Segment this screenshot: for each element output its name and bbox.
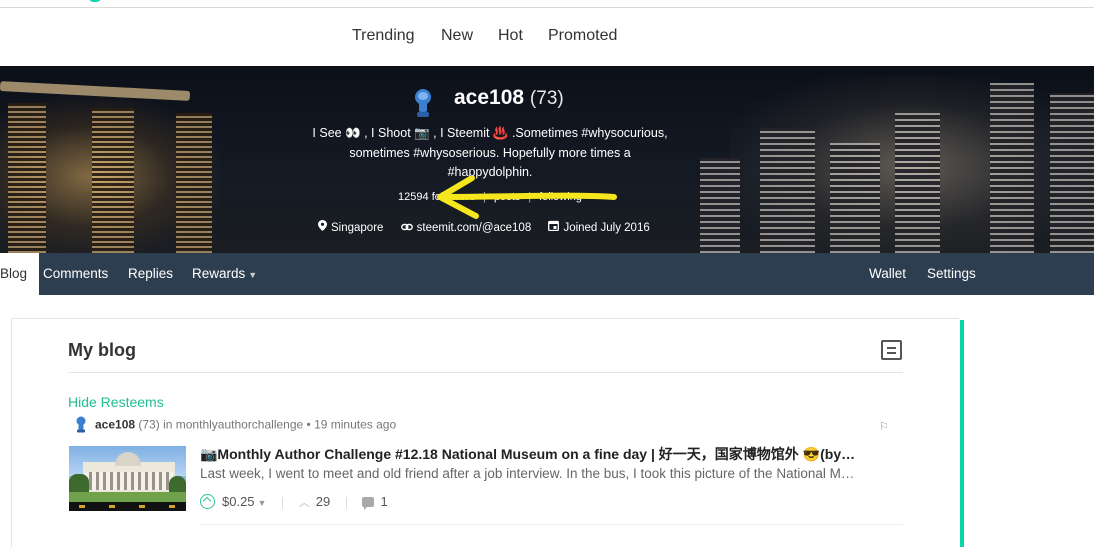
- tab-blog[interactable]: Blog: [0, 253, 40, 295]
- tab-replies[interactable]: Replies: [128, 253, 173, 295]
- profile-name: ace108 (73): [454, 86, 564, 110]
- card-accent-border: [960, 320, 964, 547]
- banner-tower: [760, 128, 815, 253]
- chevron-down-icon: ▼: [248, 270, 258, 280]
- author-avatar[interactable]: [75, 416, 87, 433]
- post-votes[interactable]: 29: [316, 494, 330, 509]
- footer-separator: [345, 496, 347, 509]
- footer-separator: [282, 496, 284, 509]
- nav-hot[interactable]: Hot: [498, 27, 523, 45]
- chevron-down-icon: ▼: [257, 498, 267, 508]
- thumb-lawn: [69, 492, 186, 502]
- thumb-columns: [85, 472, 173, 490]
- divider: [68, 372, 903, 373]
- nav-new[interactable]: New: [441, 27, 473, 45]
- profile-joined: Joined July 2016: [548, 220, 650, 234]
- banner-tower: [700, 158, 740, 253]
- banner-tower: [8, 103, 46, 253]
- profile-location: Singapore: [318, 220, 384, 234]
- browser-top-edge: [0, 0, 1094, 8]
- banner-tower: [1050, 93, 1094, 253]
- tab-settings[interactable]: Settings: [927, 253, 976, 295]
- upvote-icon[interactable]: [200, 494, 215, 509]
- post-payout[interactable]: $0.25 ▼: [222, 494, 266, 509]
- top-accent-mark: [88, 0, 102, 2]
- banner-tower: [92, 108, 134, 253]
- link-icon: [400, 223, 413, 231]
- profile-tabs: Blog Comments Replies Rewards ▼ Wallet Se…: [0, 253, 1094, 295]
- post-community[interactable]: monthlyauthorchallenge: [176, 418, 303, 432]
- banner-tower: [176, 113, 212, 253]
- tab-wallet[interactable]: Wallet: [869, 253, 906, 295]
- blog-heading: My blog: [68, 340, 136, 360]
- nav-trending[interactable]: Trending: [352, 27, 415, 45]
- top-navigation: Trending New Hot Promoted: [0, 8, 1094, 66]
- location-pin-icon: [318, 220, 327, 231]
- votes-caret-icon: ︿: [298, 497, 310, 509]
- tab-rewards-label: Rewards: [192, 266, 246, 281]
- profile-username: ace108: [454, 86, 525, 109]
- joined-date: Joined July 2016: [563, 222, 650, 234]
- profile-info: ace108 (73) I See 👀 , I Shoot 📷 , I Stee…: [300, 66, 680, 253]
- post-footer: $0.25 ▼ ︿ 29 1: [200, 491, 388, 511]
- website-link[interactable]: steemit.com/@ace108: [417, 222, 532, 234]
- post-author[interactable]: ace108: [95, 418, 135, 432]
- nav-promoted[interactable]: Promoted: [548, 27, 617, 45]
- profile-reputation: (73): [529, 88, 564, 109]
- hide-resteems-link[interactable]: Hide Resteems: [68, 394, 164, 410]
- post-author-rep: (73): [138, 417, 160, 432]
- profile-website[interactable]: steemit.com/@ace108: [400, 222, 532, 234]
- profile-about-line: I See 👀 , I Shoot 📷 , I Steemit ♨️ .Some…: [312, 126, 668, 140]
- profile-about-line: sometimes #whysoserious. Hopefully more …: [349, 145, 631, 160]
- profile-meta: Singapore steemit.com/@ace108 Joined Jul…: [318, 220, 664, 234]
- post-excerpt[interactable]: Last week, I went to meet and old friend…: [200, 466, 900, 481]
- flag-icon[interactable]: ⚐: [879, 420, 889, 433]
- post-time[interactable]: • 19 minutes ago: [307, 418, 397, 432]
- tab-comments[interactable]: Comments: [43, 253, 108, 295]
- payout-value: $0.25: [222, 494, 255, 509]
- banner-tower: [990, 83, 1034, 253]
- tab-rewards[interactable]: Rewards ▼: [192, 253, 257, 295]
- annotation-arrow-icon: [437, 176, 617, 219]
- list-layout-icon[interactable]: [881, 340, 902, 360]
- post-thumbnail[interactable]: [69, 446, 186, 511]
- divider: [200, 524, 903, 525]
- banner-tower: [895, 113, 940, 253]
- comment-icon[interactable]: [362, 497, 375, 510]
- location-text: Singapore: [331, 222, 384, 234]
- post-in-label: in: [163, 417, 173, 432]
- banner-tower: [830, 143, 880, 253]
- post-comments[interactable]: 1: [380, 494, 387, 509]
- profile-page: Trending New Hot Promoted ace108 (73) I …: [0, 0, 1094, 547]
- thumb-banner-strip: [69, 502, 186, 511]
- profile-about: I See 👀 , I Shoot 📷 , I Steemit ♨️ .Some…: [300, 124, 680, 183]
- post-header: ace108 (73) in monthlyauthorchallenge • …: [75, 416, 397, 437]
- post-title[interactable]: 📷Monthly Author Challenge #12.18 Nationa…: [200, 444, 900, 464]
- profile-avatar[interactable]: [412, 88, 434, 118]
- profile-header-banner: ace108 (73) I See 👀 , I Shoot 📷 , I Stee…: [0, 66, 1094, 253]
